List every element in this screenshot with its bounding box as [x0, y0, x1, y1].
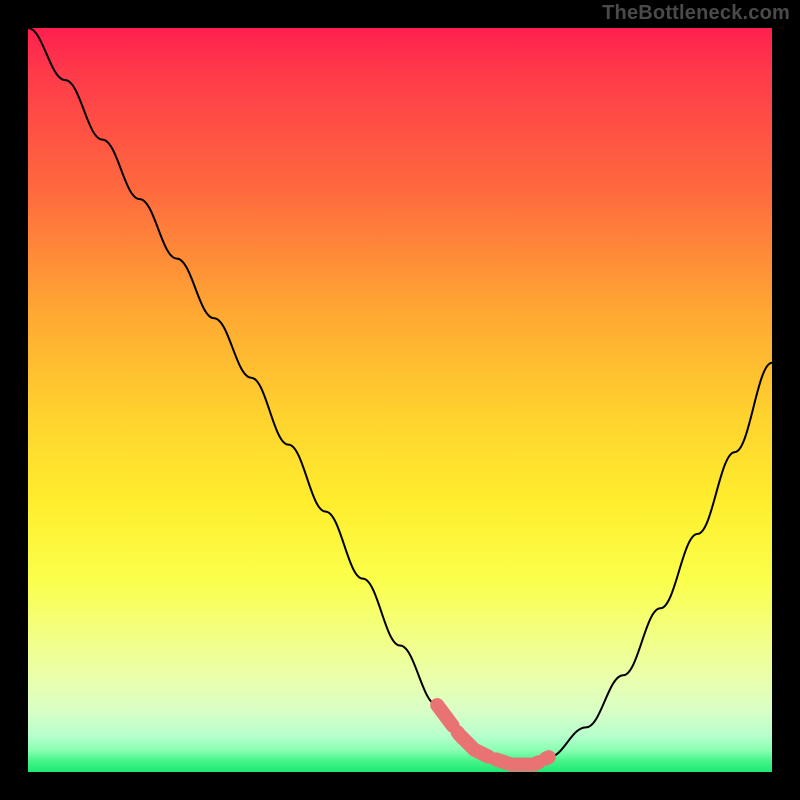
curve-svg	[28, 28, 772, 772]
bottleneck-curve	[28, 28, 772, 765]
optimal-range-highlight	[437, 705, 549, 765]
watermark-text: TheBottleneck.com	[602, 2, 790, 25]
plot-area	[28, 28, 772, 772]
chart-frame: TheBottleneck.com	[0, 0, 800, 800]
